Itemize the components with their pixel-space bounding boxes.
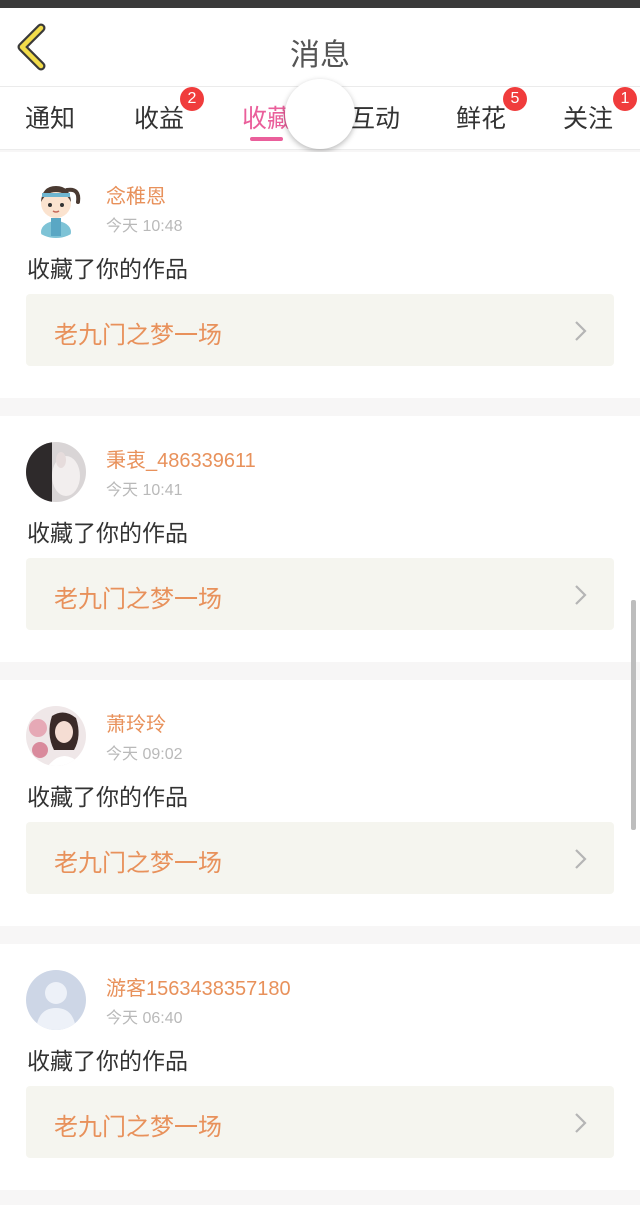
tab-label: 鲜花 — [456, 104, 507, 133]
action-text: 收藏了你的作品 — [27, 257, 188, 283]
tab-notice[interactable]: 通知 — [25, 99, 75, 135]
user-name[interactable]: 萧玲玲 — [106, 708, 166, 737]
chevron-right-icon — [575, 1113, 587, 1133]
scrollbar[interactable] — [631, 600, 636, 830]
tab-interaction[interactable]: 互动 — [350, 99, 400, 135]
count-badge: 2 — [180, 87, 204, 111]
work-title: 老九门之梦一场 — [54, 321, 222, 349]
user-name[interactable]: 秉衷_486339611 — [106, 444, 256, 473]
tab-label: 关注 — [563, 104, 614, 133]
default-avatar-icon — [26, 970, 86, 1030]
chevron-right-icon — [575, 849, 587, 869]
avatar-image — [26, 706, 86, 766]
timestamp: 今天 09:02 — [106, 746, 183, 763]
message-card: 念稚恩 今天 10:48 收藏了你的作品 老九门之梦一场 — [0, 152, 640, 398]
chevron-right-icon — [575, 585, 587, 605]
work-link[interactable]: 老九门之梦一场 — [26, 558, 614, 630]
page-title: 消息 — [290, 38, 350, 73]
chevron-right-icon — [575, 321, 587, 341]
tab-label: 互动 — [350, 104, 401, 133]
avatar[interactable] — [26, 442, 86, 502]
timestamp: 今天 10:41 — [106, 482, 183, 499]
work-link[interactable]: 老九门之梦一场 — [26, 294, 614, 366]
work-title: 老九门之梦一场 — [54, 849, 222, 877]
header: 消息 — [0, 8, 640, 87]
message-card: 秉衷_486339611 今天 10:41 收藏了你的作品 老九门之梦一场 — [0, 416, 640, 662]
action-text: 收藏了你的作品 — [27, 785, 188, 811]
avatar-image — [26, 178, 86, 238]
avatar[interactable] — [26, 706, 86, 766]
tab-earnings[interactable]: 收益 2 — [134, 87, 204, 135]
message-card: 萧玲玲 今天 09:02 收藏了你的作品 老九门之梦一场 — [0, 680, 640, 926]
action-text: 收藏了你的作品 — [27, 521, 188, 547]
touch-indicator — [285, 79, 355, 149]
timestamp: 今天 10:48 — [106, 218, 183, 235]
timestamp: 今天 06:40 — [106, 1010, 183, 1027]
action-text: 收藏了你的作品 — [27, 1049, 188, 1075]
tab-flowers[interactable]: 鲜花 5 — [456, 87, 527, 135]
work-title: 老九门之梦一场 — [54, 585, 222, 613]
message-card: 游客1563438357180 今天 06:40 收藏了你的作品 老九门之梦一场 — [0, 944, 640, 1190]
avatar[interactable] — [26, 970, 86, 1030]
work-link[interactable]: 老九门之梦一场 — [26, 1086, 614, 1158]
status-bar — [0, 0, 640, 8]
count-badge: 5 — [503, 87, 527, 111]
avatar-image — [26, 442, 86, 502]
tab-label: 通知 — [25, 104, 76, 133]
active-tab-indicator — [250, 137, 283, 141]
user-name[interactable]: 游客1563438357180 — [106, 972, 291, 1001]
tab-follow[interactable]: 关注 1 — [563, 87, 637, 135]
count-badge: 1 — [613, 87, 637, 111]
work-title: 老九门之梦一场 — [54, 1113, 222, 1141]
avatar[interactable] — [26, 178, 86, 238]
user-name[interactable]: 念稚恩 — [106, 180, 166, 209]
work-link[interactable]: 老九门之梦一场 — [26, 822, 614, 894]
tab-label: 收益 — [134, 104, 185, 133]
